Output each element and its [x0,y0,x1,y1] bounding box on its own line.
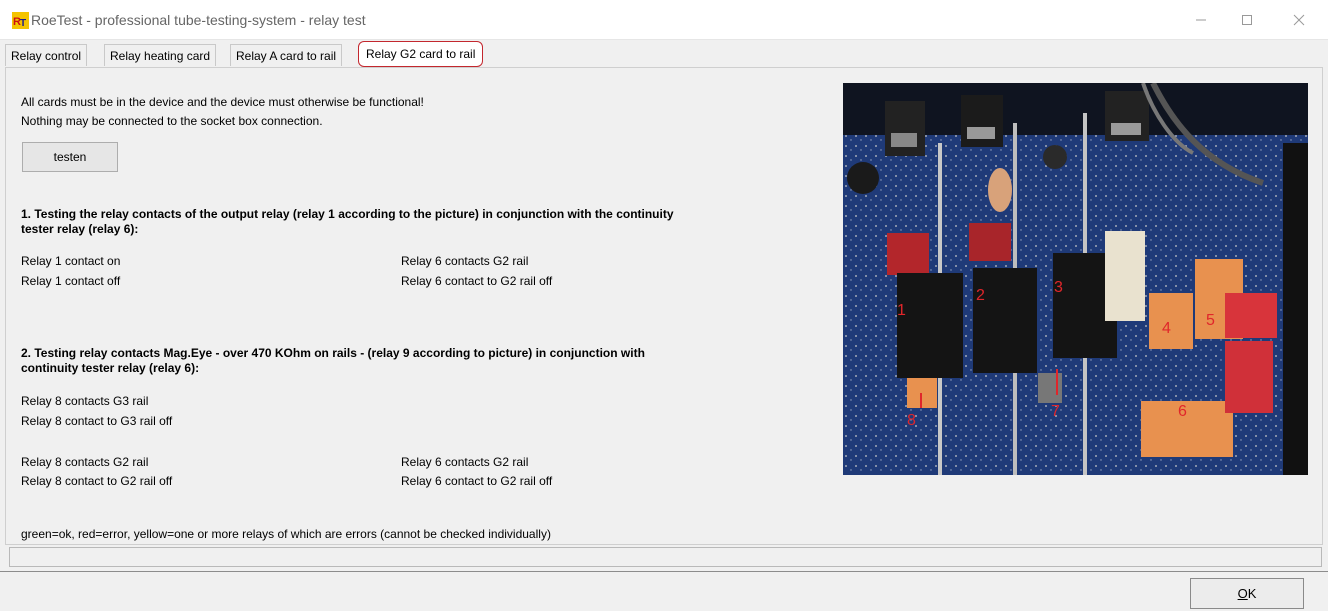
tab-relay-heating-card[interactable]: Relay heating card [104,44,217,66]
tab-relay-a-card-to-rail[interactable]: Relay A card to rail [230,44,343,66]
relay6-contact-g2-off-label: Relay 6 contact to G2 rail off [401,274,553,288]
status-bar [9,547,1322,567]
maximize-icon [1242,15,1252,25]
window-title: RoeTest - professional tube-testing-syst… [31,12,366,28]
photo-label-7: 7 [1051,403,1060,420]
tab-relay-control[interactable]: Relay control [5,44,88,66]
relay8-contacts-g2-label: Relay 8 contacts G2 rail [21,455,149,469]
test-button[interactable]: testen [22,142,118,172]
relay8-contact-g2-off-label: Relay 8 contact to G2 rail off [21,474,173,488]
tab-panel: All cards must be in the device and the … [5,67,1323,545]
photo-label-4: 4 [1162,320,1171,337]
relay6-contact-g2-off-label-2: Relay 6 contact to G2 rail off [401,474,553,488]
photo-label-8: 8 [907,412,916,429]
minimize-icon [1196,19,1206,21]
ok-label-rest: K [1247,586,1257,601]
maximize-button[interactable] [1224,0,1270,40]
relay-board-photo: 1 2 3 4 5 6 7 8 [843,83,1308,475]
photo-label-6: 6 [1178,403,1187,420]
ok-accel-letter: O [1237,586,1248,601]
section1-heading-line1: 1. Testing the relay contacts of the out… [21,207,674,221]
relay8-contacts-g3-label: Relay 8 contacts G3 rail [21,394,149,408]
relay8-contact-g3-off-label: Relay 8 contact to G3 rail off [21,414,173,428]
relay6-contacts-g2-label: Relay 6 contacts G2 rail [401,254,529,268]
svg-text:T: T [20,18,26,29]
photo-label-3: 3 [1054,279,1063,296]
section2-heading-line1: 2. Testing relay contacts Mag.Eye - over… [21,346,645,360]
minimize-button[interactable] [1178,0,1224,40]
photo-label-1: 1 [897,302,906,319]
relay6-contacts-g2-label-2: Relay 6 contacts G2 rail [401,455,529,469]
roetest-app-icon: R T [12,12,29,29]
photo-label-5: 5 [1206,312,1215,329]
tab-relay-g2-card-to-rail[interactable]: Relay G2 card to rail [358,41,484,67]
close-button[interactable] [1276,0,1322,40]
tab-strip: Relay control Relay heating card Relay A… [0,40,1328,68]
photo-label-2: 2 [976,287,985,304]
intro-line-1: All cards must be in the device and the … [21,95,424,109]
bottom-separator [0,571,1328,572]
section2-heading-line2: continuity tester relay (relay 6): [21,361,200,375]
ok-button[interactable]: OK [1190,578,1304,609]
intro-line-2: Nothing may be connected to the socket b… [21,114,323,128]
section1-heading-line2: tester relay (relay 6): [21,222,139,236]
title-bar: R T RoeTest - professional tube-testing-… [0,0,1328,40]
color-legend: green=ok, red=error, yellow=one or more … [21,527,551,541]
relay1-contact-off-label: Relay 1 contact off [21,274,121,288]
relay1-contact-on-label: Relay 1 contact on [21,254,121,268]
close-icon [1293,14,1305,26]
